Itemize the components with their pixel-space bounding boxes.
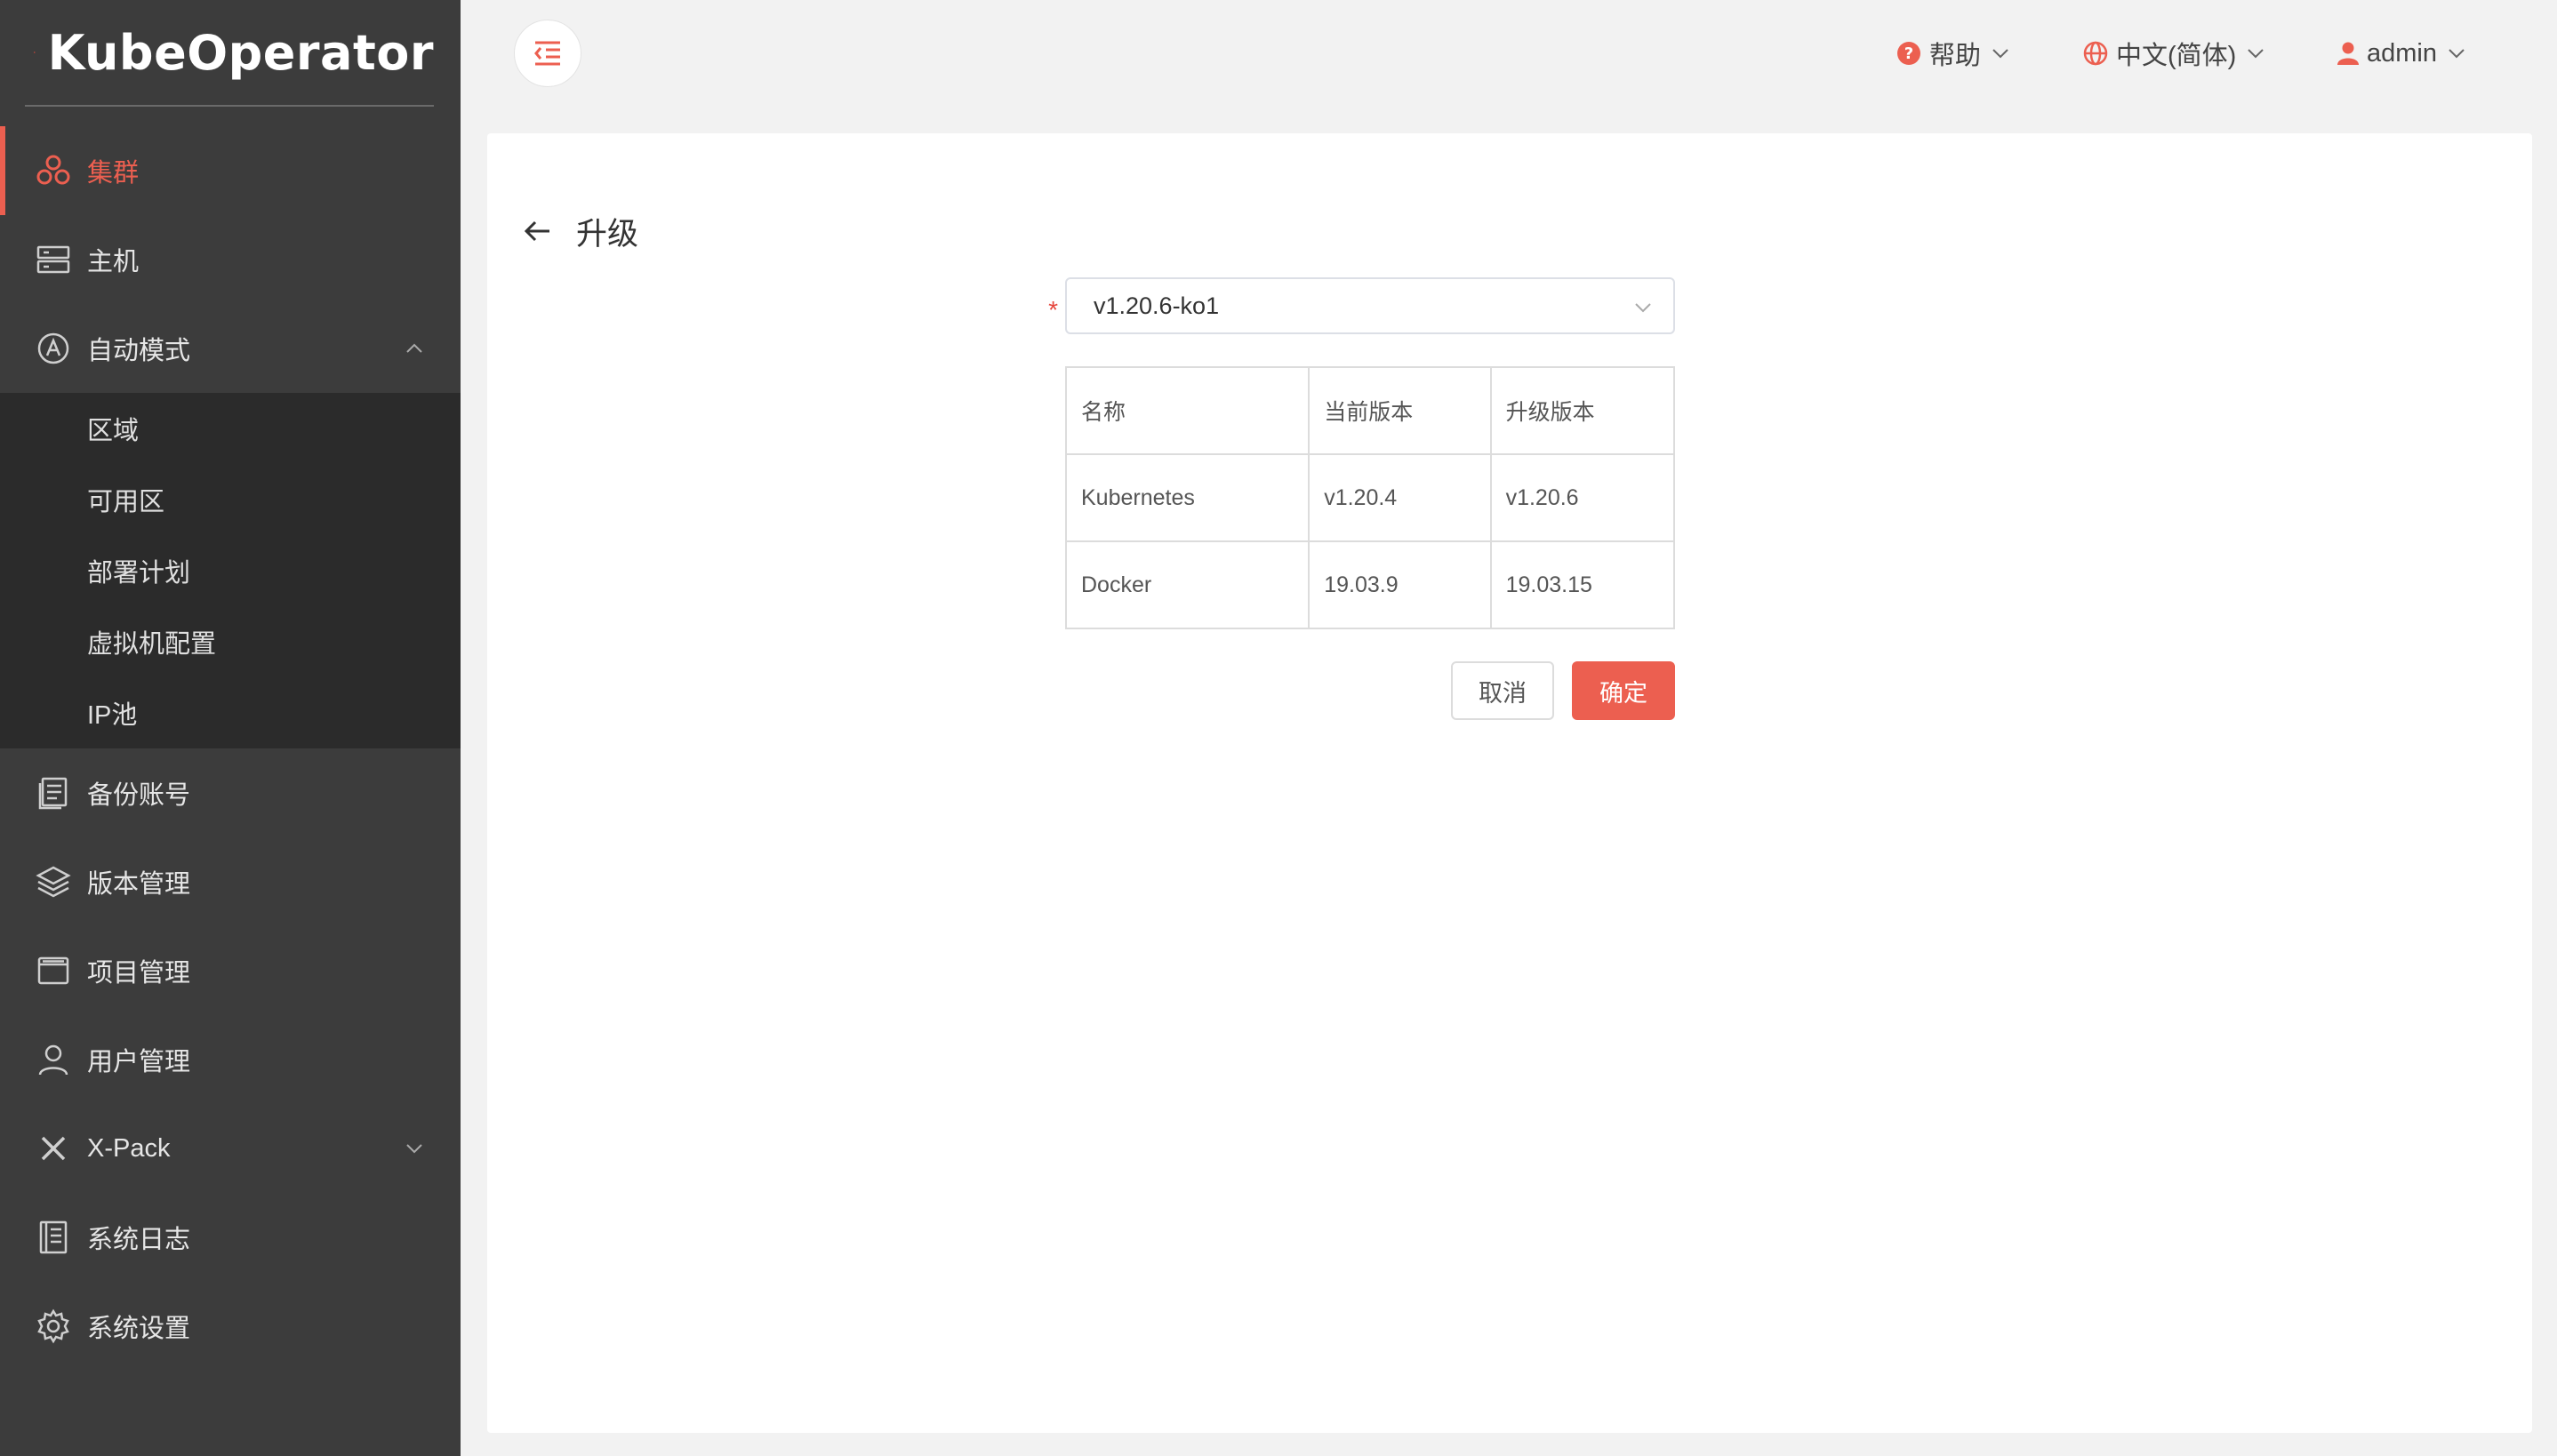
sidebar-item-label: 项目管理 bbox=[87, 959, 191, 988]
chevron-down-icon bbox=[2449, 49, 2465, 59]
globe-icon bbox=[2083, 41, 2108, 66]
language-dropdown[interactable]: 中文(简体) bbox=[2082, 32, 2266, 75]
sidebar-item-label: 系统设置 bbox=[87, 1315, 191, 1343]
sidebar-item-label: X-Pack bbox=[87, 1133, 171, 1163]
sidebar-item-cluster[interactable]: 集群 bbox=[0, 126, 461, 215]
upgrade-card: 升级 * 版本 v1.20.6-ko1 名称 当前版本 升级版本 Kuberne… bbox=[487, 133, 2532, 1433]
back-button[interactable]: 升级 bbox=[521, 204, 638, 258]
sidebar-item-label: 系统日志 bbox=[87, 1226, 191, 1254]
table-cell: Kubernetes bbox=[1064, 453, 1311, 542]
table-cell: v1.20.6 bbox=[1489, 453, 1676, 542]
chevron-down-icon bbox=[1635, 303, 1651, 313]
svg-text:?: ? bbox=[1904, 44, 1913, 63]
server-icon bbox=[34, 240, 73, 279]
help-dropdown[interactable]: ? 帮助 bbox=[1896, 32, 2011, 75]
brand-name: KubeOperator bbox=[47, 24, 434, 81]
sidebar-item-label: 区域 bbox=[87, 417, 140, 445]
user-dropdown[interactable]: admin bbox=[2337, 32, 2467, 75]
sidebar-item-auto-mode[interactable]: 自动模式 bbox=[0, 304, 461, 393]
confirm-button[interactable]: 确定 bbox=[1572, 661, 1675, 720]
kubeoperator-logo-icon bbox=[34, 52, 36, 53]
sidebar-item-label: 备份账号 bbox=[87, 781, 191, 810]
sidebar-menu: 集群 主机 自动模式 区域 可用区 部署计划 虚拟机配置 IP池 备份账号 版本… bbox=[0, 126, 461, 1371]
table-cell: 19.03.15 bbox=[1489, 540, 1676, 629]
table-header-cell: 名称 bbox=[1064, 366, 1311, 455]
sidebar: KubeOperator 集群 主机 自动模式 区域 可用区 部署计划 虚拟机配… bbox=[0, 0, 461, 1456]
chevron-down-icon bbox=[1992, 49, 2008, 59]
table-cell: v1.20.4 bbox=[1308, 453, 1492, 542]
sidebar-item-label: 部署计划 bbox=[87, 559, 191, 588]
table-cell: Docker bbox=[1064, 540, 1311, 629]
sidebar-item-plans[interactable]: 部署计划 bbox=[0, 535, 461, 606]
sidebar-item-users[interactable]: 用户管理 bbox=[0, 1015, 461, 1104]
auto-mode-submenu: 区域 可用区 部署计划 虚拟机配置 IP池 bbox=[0, 393, 461, 748]
layers-icon bbox=[34, 862, 73, 901]
sidebar-toggle-button[interactable] bbox=[514, 20, 581, 87]
sidebar-item-projects[interactable]: 项目管理 bbox=[0, 926, 461, 1015]
gear-icon bbox=[34, 1307, 73, 1346]
xpack-icon bbox=[34, 1129, 73, 1168]
username-label: admin bbox=[2367, 38, 2437, 68]
sidebar-item-xpack[interactable]: X-Pack bbox=[0, 1104, 461, 1193]
app-root: KubeOperator 集群 主机 自动模式 区域 可用区 部署计划 虚拟机配… bbox=[0, 0, 2557, 1456]
sidebar-item-vm-config[interactable]: 虚拟机配置 bbox=[0, 606, 461, 677]
user-icon bbox=[34, 1040, 73, 1079]
chevron-up-icon bbox=[406, 343, 422, 353]
table-cell: 19.03.9 bbox=[1308, 540, 1492, 629]
table-header-cell: 当前版本 bbox=[1308, 366, 1492, 455]
table-header-cell: 升级版本 bbox=[1489, 366, 1676, 455]
menu-fold-icon bbox=[534, 41, 560, 66]
sidebar-item-label: 集群 bbox=[87, 159, 140, 188]
backup-account-icon bbox=[34, 773, 73, 812]
sidebar-item-label: 主机 bbox=[87, 248, 140, 276]
cluster-icon bbox=[34, 151, 73, 190]
sidebar-item-system-settings[interactable]: 系统设置 bbox=[0, 1282, 461, 1371]
logo[interactable]: KubeOperator bbox=[25, 0, 434, 107]
sidebar-item-system-logs[interactable]: 系统日志 bbox=[0, 1193, 461, 1282]
sidebar-item-backup-accounts[interactable]: 备份账号 bbox=[0, 748, 461, 837]
sidebar-item-versions[interactable]: 版本管理 bbox=[0, 837, 461, 926]
auto-mode-icon bbox=[34, 329, 73, 368]
sidebar-item-label: 版本管理 bbox=[87, 870, 191, 899]
table-header-row: 名称 当前版本 升级版本 bbox=[1064, 366, 1676, 455]
sidebar-item-label: 虚拟机配置 bbox=[87, 630, 217, 659]
version-select-value: v1.20.6-ko1 bbox=[1094, 292, 1220, 319]
sidebar-item-hosts[interactable]: 主机 bbox=[0, 215, 461, 304]
sidebar-item-label: 自动模式 bbox=[87, 337, 191, 365]
table-row: Kubernetes v1.20.4 v1.20.6 bbox=[1064, 453, 1676, 542]
help-label: 帮助 bbox=[1929, 42, 1982, 70]
project-icon bbox=[34, 951, 73, 990]
sidebar-item-zones[interactable]: 可用区 bbox=[0, 464, 461, 535]
help-icon: ? bbox=[1897, 42, 1920, 65]
sidebar-item-label: IP池 bbox=[87, 701, 138, 730]
chevron-down-icon bbox=[2248, 49, 2264, 59]
sidebar-item-regions[interactable]: 区域 bbox=[0, 393, 461, 464]
page-title: 升级 bbox=[576, 216, 639, 252]
sidebar-item-label: 可用区 bbox=[87, 488, 165, 516]
required-asterisk: * bbox=[1048, 296, 1058, 324]
sidebar-item-ip-pool[interactable]: IP池 bbox=[0, 677, 461, 748]
cancel-button[interactable]: 取消 bbox=[1451, 661, 1554, 720]
log-icon bbox=[34, 1218, 73, 1257]
chevron-down-icon bbox=[406, 1144, 422, 1154]
sidebar-item-label: 用户管理 bbox=[87, 1048, 191, 1076]
arrow-left-icon bbox=[524, 220, 549, 242]
user-icon bbox=[2337, 42, 2359, 65]
language-label: 中文(简体) bbox=[2116, 42, 2237, 70]
version-select[interactable]: v1.20.6-ko1 bbox=[1065, 277, 1675, 334]
version-table: 名称 当前版本 升级版本 Kubernetes v1.20.4 v1.20.6 … bbox=[1064, 366, 1676, 629]
table-row: Docker 19.03.9 19.03.15 bbox=[1064, 540, 1676, 629]
